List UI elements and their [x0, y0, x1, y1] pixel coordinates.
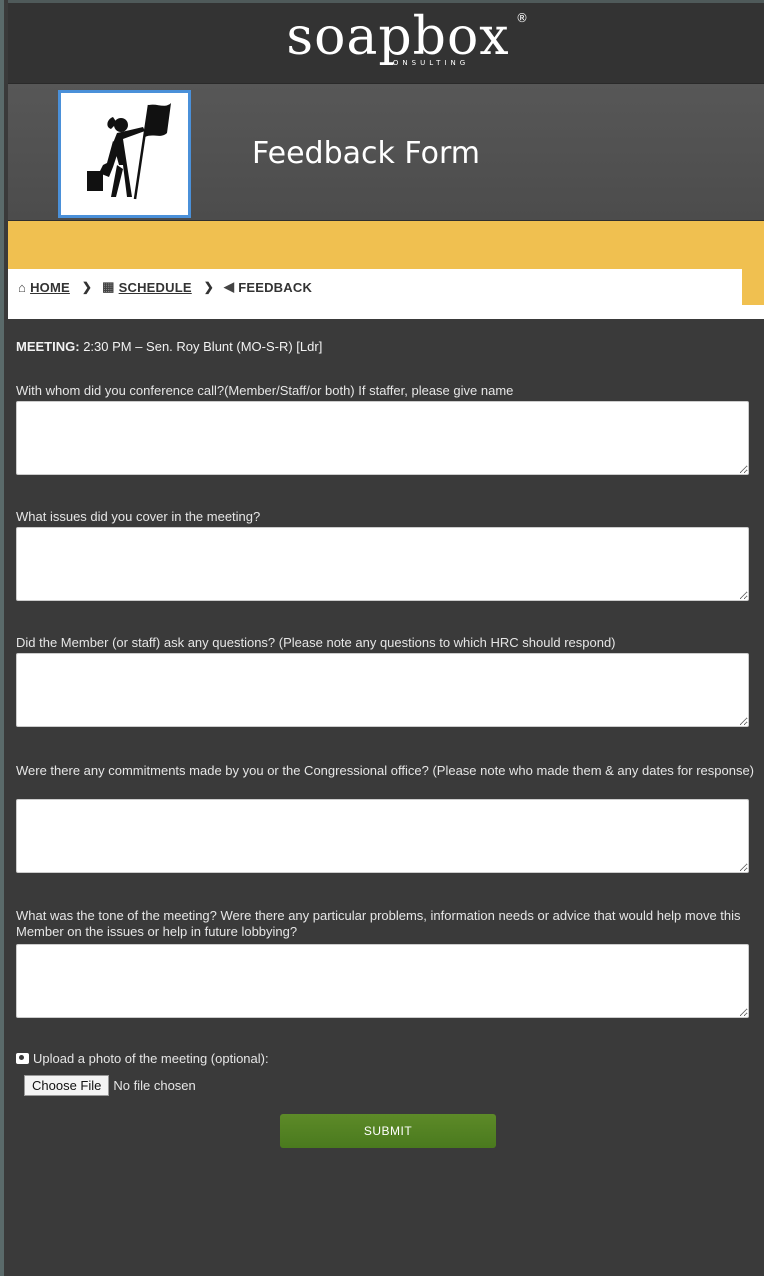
answer-field-4[interactable]: [16, 799, 749, 873]
flag-bearer-image: [58, 90, 191, 218]
calendar-icon: ▦: [102, 279, 115, 294]
breadcrumb-spacer: [8, 305, 764, 319]
breadcrumb-home-link[interactable]: HOME: [30, 280, 70, 295]
breadcrumb-home[interactable]: ⌂ HOME: [18, 280, 70, 295]
logo-bar: soapbox ® CONSULTING: [8, 0, 764, 84]
answer-field-1[interactable]: [16, 401, 749, 475]
question-label-4: Were there any commitments made by you o…: [16, 763, 755, 778]
home-icon: ⌂: [18, 279, 27, 295]
breadcrumb: ⌂ HOME ❯ ▦ SCHEDULE ❯ ◀ FEEDBACK: [8, 269, 742, 305]
logo-wordmark: soapbox: [286, 7, 510, 67]
file-status: No file chosen: [113, 1078, 196, 1093]
megaphone-icon: ◀: [224, 279, 235, 294]
feedback-form: MEETING: 2:30 PM – Sen. Roy Blunt (MO-S-…: [8, 319, 764, 1276]
question-label-5: What was the tone of the meeting? Were t…: [16, 908, 741, 939]
breadcrumb-feedback-label: FEEDBACK: [238, 279, 313, 295]
title-band: Feedback Form: [8, 84, 764, 221]
question-label-2: What issues did you cover in the meeting…: [16, 509, 261, 524]
meeting-value: 2:30 PM – Sen. Roy Blunt (MO-S-R) [Ldr]: [83, 339, 323, 354]
chevron-right-icon: ❯: [203, 280, 214, 294]
breadcrumb-schedule-link[interactable]: SCHEDULE: [119, 280, 192, 295]
answer-field-5[interactable]: [16, 944, 749, 1018]
logo-registered-mark: ®: [516, 11, 528, 25]
choose-file-button[interactable]: Choose File: [24, 1075, 110, 1096]
logo-subtitle: CONSULTING: [384, 59, 470, 67]
submit-button[interactable]: SUBMIT: [280, 1114, 496, 1148]
page-title: Feedback Form: [252, 136, 480, 171]
file-upload: Choose File No file chosen: [24, 1075, 196, 1096]
camera-icon: [16, 1053, 29, 1064]
question-label-1: With whom did you conference call?(Membe…: [16, 383, 514, 398]
chevron-right-icon: ❯: [81, 280, 93, 294]
question-label-3: Did the Member (or staff) ask any questi…: [16, 635, 616, 650]
breadcrumb-schedule[interactable]: ▦ SCHEDULE: [102, 279, 192, 295]
breadcrumb-accent-tab: [742, 269, 764, 305]
upload-label: Upload a photo of the meeting (optional)…: [16, 1051, 269, 1066]
meeting-info: MEETING: 2:30 PM – Sen. Roy Blunt (MO-S-…: [16, 339, 322, 354]
answer-field-2[interactable]: [16, 527, 749, 601]
meeting-label: MEETING:: [16, 339, 80, 354]
breadcrumb-feedback: ◀ FEEDBACK: [224, 279, 312, 295]
flag-bearer-icon: [87, 103, 171, 200]
page-frame: soapbox ® CONSULTING Feedback Form ⌂ HOM…: [0, 0, 764, 1276]
answer-field-3[interactable]: [16, 653, 749, 727]
upload-label-text: Upload a photo of the meeting (optional)…: [33, 1051, 269, 1066]
accent-bar: [8, 221, 764, 269]
soapbox-logo[interactable]: soapbox ® CONSULTING: [248, 9, 548, 73]
